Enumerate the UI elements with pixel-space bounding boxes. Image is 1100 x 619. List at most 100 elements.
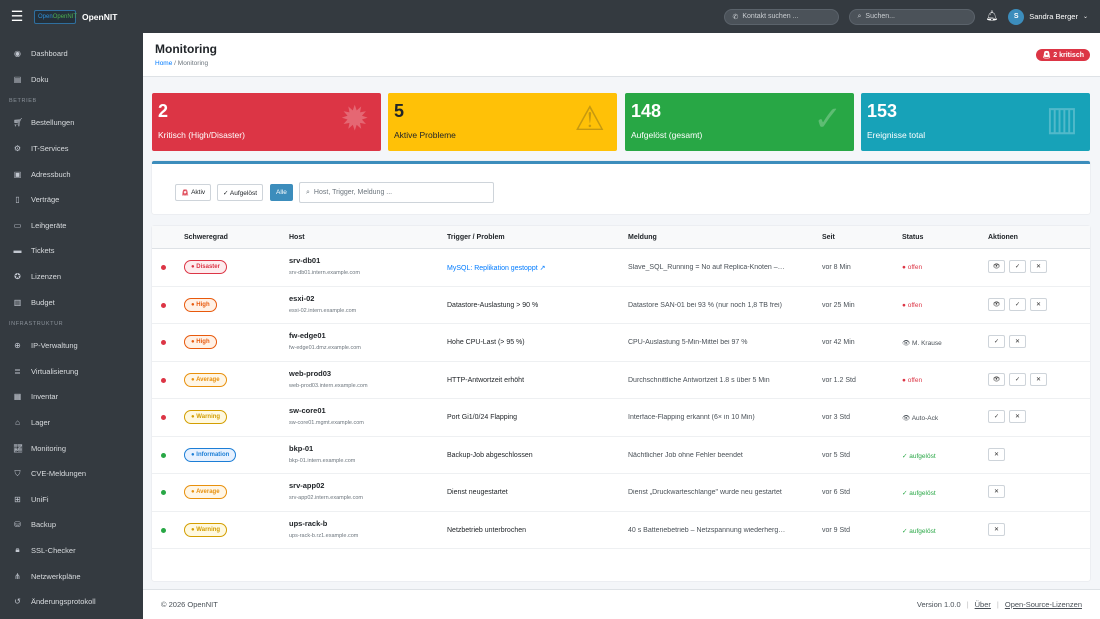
filter-aktiv-button[interactable]: 🚨︎ Aktiv <box>175 184 212 201</box>
sidebar-item-budget[interactable]: ▥ Budget <box>0 289 143 315</box>
host-name[interactable]: ups-rack-b <box>289 519 327 528</box>
sidebar-item-inventar[interactable]: ▦ Inventar <box>0 384 143 410</box>
acknowledge-button[interactable]: ✓ <box>1009 297 1026 311</box>
contact-search-input[interactable]: ✆ Kontakt suchen ... <box>724 8 840 25</box>
filter-search-input[interactable]: ⌕ Host, Trigger, Meldung ... <box>299 182 494 203</box>
table-row[interactable]: ● Disaster srv-db01 srv-db01.intern.exampl… <box>152 249 1090 287</box>
row-actions: 👁 ✓ ✕ <box>988 372 1047 386</box>
hamburger-icon[interactable]: ☰ <box>0 0 34 33</box>
sidebar-item-unifi[interactable]: ⊞ UniFi <box>0 487 143 513</box>
host-name[interactable]: bkp-01 <box>289 444 313 453</box>
sidebar-item-netzwerkplaene[interactable]: ⋔ Netzwerkpläne <box>0 563 143 589</box>
filter-alle-button[interactable]: Alle <box>270 184 293 201</box>
table-row[interactable]: ● Warning sw-core01 sw-core01.mgmt.example… <box>152 399 1090 437</box>
sidebar-item-ssl-checker[interactable]: 🔒︎ SSL-Checker <box>0 538 143 564</box>
global-search-input[interactable]: ⌕ Suchen... <box>849 8 976 25</box>
sidebar-item-backup[interactable]: ⛁ Backup <box>0 512 143 538</box>
sidebar-item-bestellungen[interactable]: 🛒︎ Bestellungen <box>0 110 143 136</box>
message-text: CPU-Auslastung 5-Min-Mittel bei 97 % <box>628 339 748 346</box>
sidebar-item-it-services[interactable]: ⚙ IT-Services <box>0 136 143 162</box>
sidebar-item-dashboard[interactable]: ◉ Dashboard <box>0 41 143 67</box>
table-row[interactable]: ● High fw-edge01 fw-edge01.dmz.example.com… <box>152 324 1090 362</box>
close-button[interactable]: ✕ <box>1030 372 1047 386</box>
view-button[interactable]: 👁 <box>988 260 1005 273</box>
table-row[interactable]: ● Average srv-app02 srv-app02.intern.examp… <box>152 474 1090 512</box>
sidebar-item-aenderungsprotokoll[interactable]: ↺ Änderungsprotokoll <box>0 589 143 615</box>
sidebar-item-cve-meldungen[interactable]: ⛉ CVE-Meldungen <box>0 461 143 487</box>
table-row[interactable]: ● Information bkp-01 bkp-01.intern.example… <box>152 437 1090 474</box>
host-name[interactable]: srv-app02 <box>289 481 324 490</box>
acknowledge-button[interactable]: ✓ <box>988 335 1005 348</box>
table-row[interactable]: ● Warning ups-rack-b ups-rack-b.rz1.exampl… <box>152 512 1090 549</box>
critical-badge[interactable]: 🚨︎ 2 kritisch <box>1036 49 1090 61</box>
sidebar-item-virtualisierung[interactable]: ≣ Virtualisierung <box>0 359 143 385</box>
severity-badge: ● High <box>184 335 217 349</box>
sidebar-item-vertraege[interactable]: ▯ Verträge <box>0 187 143 213</box>
sidebar-item-doku[interactable]: ▤ Doku <box>0 67 143 93</box>
stat-cards: 2 Kritisch (High/Disaster) ✹ 5 Aktive Pr… <box>152 93 1091 151</box>
about-link[interactable]: Über <box>975 600 991 609</box>
sidebar-item-lizenzen[interactable]: ✪ Lizenzen <box>0 264 143 290</box>
status-text: ● offen <box>902 301 923 309</box>
sidebar-item-label: UniFi <box>31 494 49 504</box>
close-button[interactable]: ✕ <box>1030 260 1047 273</box>
close-icon: ✕ <box>993 489 1000 495</box>
close-icon: ✕ <box>1035 264 1042 270</box>
close-button[interactable]: ✕ <box>988 447 1005 461</box>
card-ereignisse[interactable]: 153 Ereignisse total ▥ <box>861 93 1090 151</box>
trigger-link[interactable]: MySQL: Replikation gestoppt ↗ <box>447 264 545 272</box>
view-button[interactable]: 👁 <box>988 297 1005 311</box>
user-menu[interactable]: S Sandra Berger ⌄ <box>1008 8 1088 25</box>
acknowledge-button[interactable]: ✓ <box>1009 372 1026 386</box>
filter-search-placeholder: Host, Trigger, Meldung ... <box>313 189 393 196</box>
col-trigger[interactable]: Trigger / Problem <box>447 234 505 241</box>
host-name[interactable]: esxi-02 <box>289 294 314 303</box>
filter-aufgeloest-button[interactable]: ✓ Aufgelöst <box>217 184 263 201</box>
close-button[interactable]: ✕ <box>988 485 1005 498</box>
view-button[interactable]: 👁 <box>988 372 1005 386</box>
sidebar-item-adressbuch[interactable]: ▣ Adressbuch <box>0 161 143 187</box>
table-row[interactable]: ● High esxi-02 esxi-02.intern.example.com D… <box>152 287 1090 324</box>
sidebar-item-tickets[interactable]: ▬ Tickets <box>0 238 143 264</box>
sidebar-item-monitoring[interactable]: 📈︎ Monitoring <box>0 435 143 461</box>
host-name[interactable]: web-prod03 <box>289 369 331 378</box>
close-icon: ✕ <box>1035 301 1042 308</box>
sitemap-icon: ⊞ <box>14 494 21 504</box>
logo[interactable]: Open OpenNIT OpenNIT <box>34 9 117 24</box>
close-button[interactable]: ✕ <box>1030 297 1047 311</box>
critical-badge-label: 2 kritisch <box>1053 52 1084 59</box>
sidebar-item-leihgeraete[interactable]: ▭ Leihgeräte <box>0 213 143 239</box>
copyright: © 2026 OpenNIT <box>161 600 218 609</box>
col-schweregrad[interactable]: Schweregrad <box>184 234 228 241</box>
col-meldung[interactable]: Meldung <box>628 234 657 241</box>
close-button[interactable]: ✕ <box>988 522 1005 536</box>
col-aktionen: Aktionen <box>988 234 1018 241</box>
host-name[interactable]: srv-db01 <box>289 256 320 265</box>
col-host[interactable]: Host <box>289 234 305 241</box>
acknowledge-button[interactable]: ✓ <box>1009 260 1026 273</box>
col-seit[interactable]: Seit <box>822 234 835 241</box>
card-kritisch[interactable]: 2 Kritisch (High/Disaster) ✹ <box>152 93 381 151</box>
host-name[interactable]: fw-edge01 <box>289 331 326 340</box>
sidebar-item-ip-verwaltung[interactable]: ⊕ IP-Verwaltung <box>0 333 143 359</box>
close-button[interactable]: ✕ <box>1009 335 1026 348</box>
network-icon: ⊕ <box>14 341 21 351</box>
severity-badge: ● High <box>184 297 217 312</box>
licenses-link[interactable]: Open-Source-Lizenzen <box>1005 600 1082 609</box>
table-row[interactable]: ● Average web-prod03 web-prod03.intern.exa… <box>152 362 1090 399</box>
card-aktive-probleme[interactable]: 5 Aktive Probleme ⚠ <box>388 93 617 151</box>
message-text: Nächtlicher Job ohne Fehler beendet <box>628 451 743 459</box>
since-text: vor 42 Min <box>822 339 855 346</box>
col-status[interactable]: Status <box>902 234 923 241</box>
card-aufgeloest[interactable]: 148 Aufgelöst (gesamt) ✓ <box>625 93 854 151</box>
close-button[interactable]: ✕ <box>1009 410 1026 423</box>
sidebar-item-label: IP-Verwaltung <box>31 341 78 351</box>
bell-icon[interactable]: 🔔︎ <box>985 11 998 22</box>
footer: © 2026 OpenNIT Version 1.0.0 | Über | Op… <box>143 589 1100 619</box>
sidebar-item-lager[interactable]: ⌂ Lager <box>0 410 143 436</box>
host-name[interactable]: sw-core01 <box>289 406 326 415</box>
acknowledge-button[interactable]: ✓ <box>988 410 1005 423</box>
sidebar-item-label: Inventar <box>31 392 59 402</box>
breadcrumb-home[interactable]: Home <box>155 60 172 67</box>
eye-icon: 👁 <box>992 301 1001 308</box>
